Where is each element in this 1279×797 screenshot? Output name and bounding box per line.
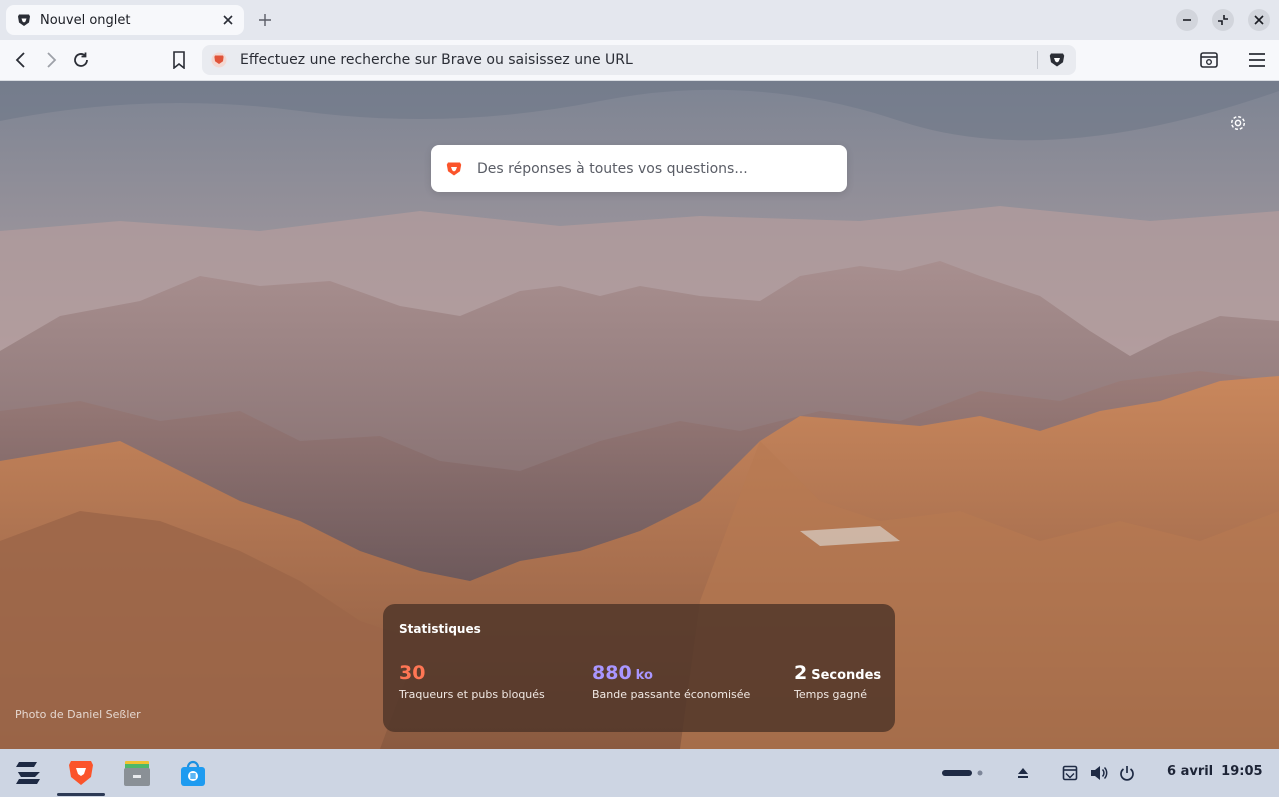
new-tab-button[interactable] — [255, 10, 275, 30]
stat-time: 2 Secondes Temps gagné — [794, 662, 881, 701]
brave-search-lion-icon — [445, 160, 463, 178]
stat-trackers-value: 30 — [399, 662, 426, 684]
address-placeholder: Effectuez une recherche sur Brave ou sai… — [240, 52, 633, 68]
ntp-search-placeholder: Des réponses à toutes vos questions... — [477, 160, 748, 177]
sidebar-button[interactable] — [1198, 49, 1220, 71]
browser-toolbar: Effectuez une recherche sur Brave ou sai… — [0, 40, 1279, 81]
restore-button[interactable] — [1212, 9, 1234, 31]
close-window-button[interactable] — [1248, 9, 1270, 31]
stat-time-unit: Secondes — [811, 668, 882, 683]
ntp-search-input[interactable]: Des réponses à toutes vos questions... — [431, 145, 847, 192]
reload-button[interactable] — [70, 49, 92, 71]
stat-bandwidth-value: 880 — [592, 662, 632, 684]
tab-strip: Nouvel onglet — [0, 0, 1279, 40]
clipboard-tray-icon[interactable] — [1060, 763, 1080, 783]
stats-widget: Statistiques 30 Traqueurs et pubs bloqué… — [383, 604, 895, 732]
minimize-button[interactable] — [1176, 9, 1198, 31]
brave-active-indicator — [57, 793, 105, 796]
stat-time-value: 2 — [794, 662, 808, 684]
eject-icon[interactable] — [1013, 763, 1033, 783]
stat-bandwidth-unit: ko — [635, 668, 653, 683]
clock[interactable]: 6 avril 19:05 — [1167, 764, 1271, 779]
software-store-icon[interactable] — [175, 755, 211, 791]
bookmark-button[interactable] — [168, 49, 190, 71]
settings-gear-icon[interactable] — [1228, 113, 1248, 133]
power-icon[interactable] — [1117, 763, 1137, 783]
clock-time: 19:05 — [1221, 764, 1263, 779]
tab-title: Nouvel onglet — [40, 12, 131, 28]
stat-trackers-label: Traqueurs et pubs bloqués — [399, 688, 545, 701]
tab-new-tab[interactable]: Nouvel onglet — [6, 5, 244, 35]
stat-bandwidth-label: Bande passante économisée — [592, 688, 751, 701]
site-info-icon[interactable] — [210, 51, 228, 69]
files-icon[interactable] — [119, 755, 155, 791]
stat-bandwidth: 880 ko Bande passante économisée — [592, 662, 750, 701]
close-tab-icon[interactable] — [220, 12, 236, 28]
workspace-indicator-icon[interactable] — [942, 763, 986, 783]
back-button[interactable] — [10, 49, 32, 71]
zorin-menu-icon[interactable] — [10, 755, 46, 791]
clock-date: 6 avril — [1167, 764, 1214, 779]
brave-icon[interactable] — [63, 755, 99, 791]
stat-trackers: 30 Traqueurs et pubs bloqués — [399, 662, 545, 701]
forward-button[interactable] — [40, 49, 62, 71]
address-separator — [1037, 51, 1038, 69]
menu-button[interactable] — [1246, 49, 1268, 71]
stats-heading: Statistiques — [399, 622, 481, 636]
brave-shields-icon[interactable] — [1048, 51, 1066, 69]
new-tab-page: Des réponses à toutes vos questions... P… — [0, 81, 1279, 749]
volume-icon[interactable] — [1089, 763, 1109, 783]
taskbar: 6 avril 19:05 — [0, 749, 1279, 797]
stat-time-label: Temps gagné — [794, 688, 867, 701]
brave-lion-icon — [16, 12, 32, 28]
address-bar[interactable]: Effectuez une recherche sur Brave ou sai… — [202, 45, 1076, 75]
photo-credit[interactable]: Photo de Daniel Seßler — [15, 708, 141, 721]
